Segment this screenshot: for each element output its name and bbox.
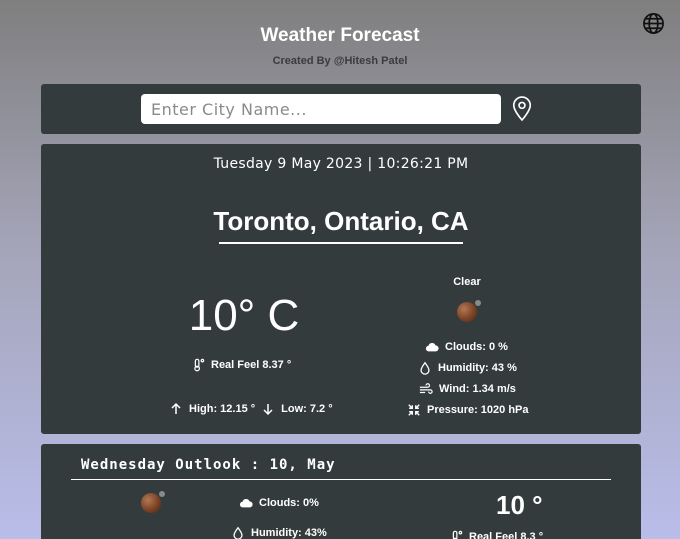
real-feel-label: Real Feel 8.37 ° [211,359,292,371]
thermometer-icon [194,358,205,372]
pressure-label: Pressure: 1020 hPa [427,404,529,416]
city-search-input[interactable] [141,94,501,124]
date-time: Tuesday 9 May 2023 | 10:26:21 PM [213,156,469,172]
outlook-real-feel: Real Feel 8.3 ° [449,530,543,539]
app-title: Weather Forecast [260,25,420,46]
outlook-humidity-stat: Humidity: 43% [231,526,327,539]
pressure-stat: Pressure: 1020 hPa [407,403,529,417]
high-low: High: 12.15 ° Low: 7.2 ° [169,402,333,416]
city-name: Toronto, Ontario, CA [213,206,469,236]
wind-label: Wind: 1.34 m/s [439,383,516,395]
outlook-temperature: 10 ° [496,490,543,520]
outlook-real-feel-label: Real Feel 8.3 ° [469,531,544,539]
outlook-clouds-stat: Clouds: 0% [239,496,319,510]
clouds-stat: Clouds: 0 % [425,340,508,354]
outlook-divider [71,479,611,480]
droplet-icon [233,526,243,539]
city-underline [219,242,463,244]
clear-night-icon [457,300,481,322]
humidity-stat: Humidity: 43 % [418,361,517,375]
app-subtitle: Created By @Hitesh Patel [272,55,408,67]
arrow-up-icon [171,402,181,414]
low-temp: Low: 7.2 ° [281,403,333,415]
compress-icon [408,404,420,416]
outlook-clouds-label: Clouds: 0% [259,497,319,509]
outlook-title: Wednesday Outlook : 10, May [81,457,336,473]
clouds-label: Clouds: 0 % [445,341,508,353]
thermometer-icon [452,530,463,539]
high-temp: High: 12.15 ° [189,403,256,415]
outlook-card: Wednesday Outlook : 10, May Clouds: 0% H… [41,444,641,539]
droplet-icon [420,361,430,375]
map-pin-icon[interactable] [511,96,533,122]
clear-night-icon [141,491,165,513]
cloud-icon [425,343,439,352]
outlook-humidity-label: Humidity: 43% [251,527,327,539]
weather-condition: Clear [453,276,481,288]
cloud-icon [239,499,253,508]
arrow-down-icon [263,404,273,416]
current-temperature: 10° C [188,291,300,340]
humidity-label: Humidity: 43 % [438,362,517,374]
wind-stat: Wind: 1.34 m/s [419,382,516,396]
wind-icon [419,383,433,394]
real-feel: Real Feel 8.37 ° [191,358,291,372]
search-bar [41,84,641,134]
current-weather-card: Tuesday 9 May 2023 | 10:26:21 PM Toronto… [41,144,641,434]
